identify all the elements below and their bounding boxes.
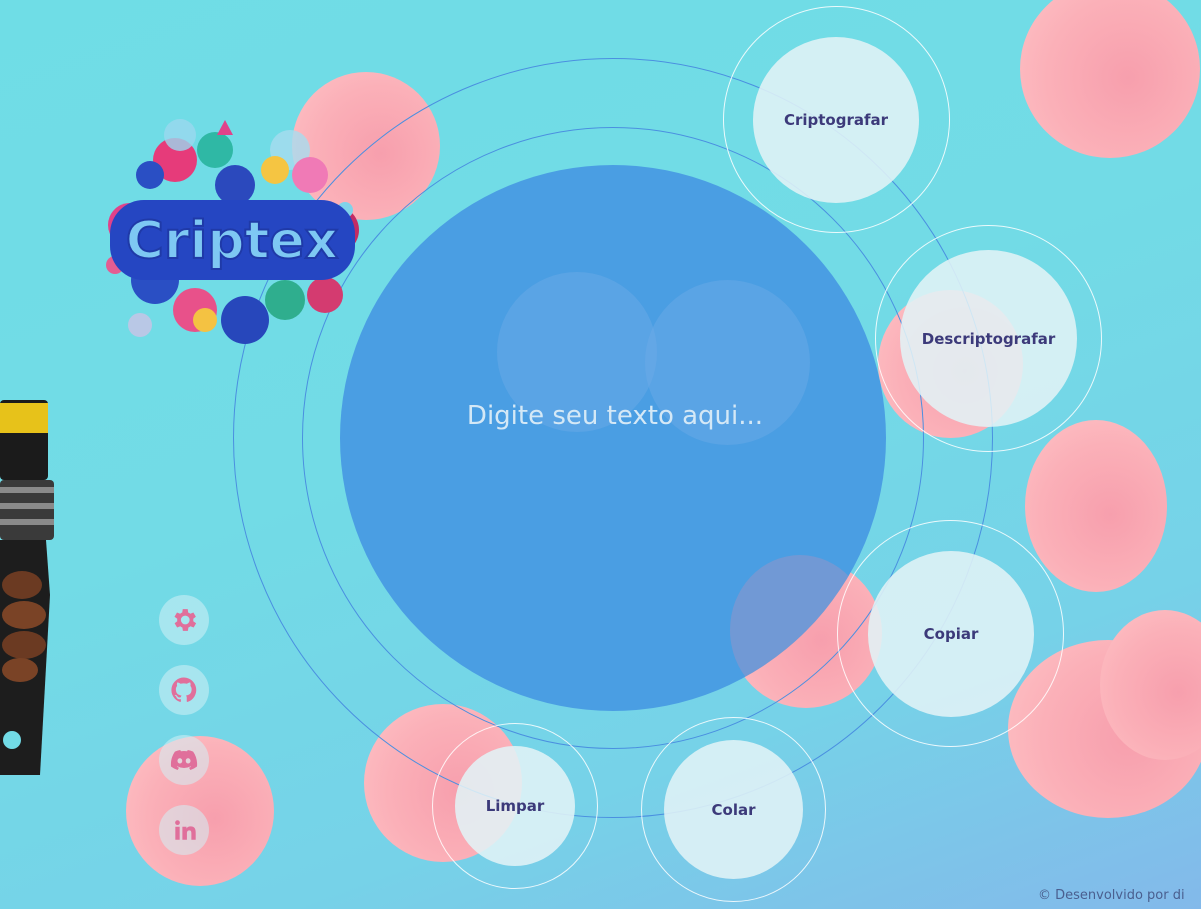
text-input[interactable] [430,385,800,447]
gear-icon [174,609,197,631]
linkedin-button[interactable] [159,805,209,855]
page: Criptografar Descriptografar Copiar Cola… [0,0,1201,909]
blob-right-lower [1025,420,1167,592]
clear-button[interactable]: Limpar [455,746,575,866]
paint-brush-image [0,395,60,785]
linkedin-icon [175,820,196,840]
github-button[interactable] [159,665,209,715]
footer-credit: © Desenvolvido por di [1038,888,1185,903]
discord-button[interactable] [159,735,209,785]
paste-button[interactable]: Colar [664,740,803,879]
logo-text: Criptex [126,211,339,271]
github-icon [171,677,197,702]
decrypt-button[interactable]: Descriptografar [900,250,1077,427]
encrypt-button[interactable]: Criptografar [753,37,919,203]
discord-icon [170,750,198,770]
copy-button[interactable]: Copiar [868,551,1034,717]
text-circle [340,165,886,711]
blob-top-right [1020,0,1200,158]
settings-button[interactable] [159,595,209,645]
criptex-logo: Criptex [95,115,370,365]
